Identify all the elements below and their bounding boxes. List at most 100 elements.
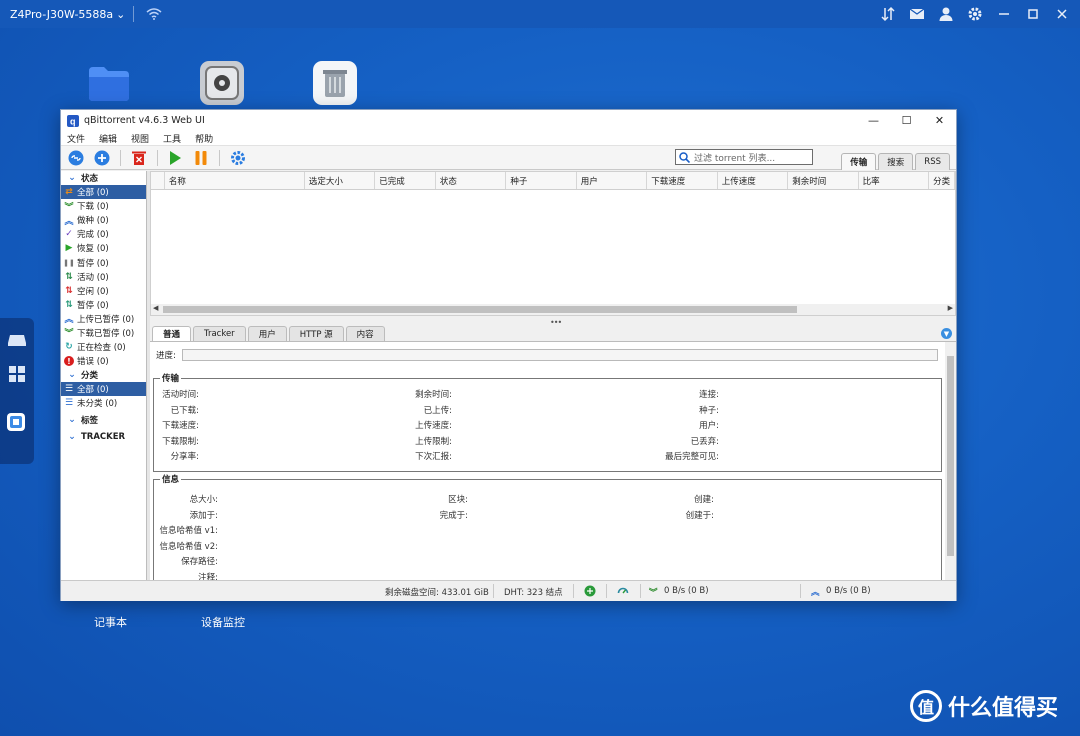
tab-transfers[interactable]: 传输 [841,153,877,170]
add-torrent-button[interactable] [94,150,110,166]
menu-help[interactable]: 帮助 [195,132,213,145]
user-icon[interactable] [938,6,954,22]
column-header[interactable]: 用户 [577,172,648,189]
column-header[interactable]: 分类 [929,172,955,189]
sort-icon[interactable] [880,6,896,22]
panel-resize-handle[interactable]: ••• [550,318,562,327]
tab-general[interactable]: 普通 [152,326,192,341]
scroll-right-icon[interactable]: ▶ [948,304,953,312]
tracker-section-header[interactable]: ⌄ TRACKER [61,430,146,444]
menu-view[interactable]: 视图 [131,132,149,145]
transfer-icon: ⇅ [65,285,73,296]
menu-tools[interactable]: 工具 [163,132,181,145]
column-header[interactable]: 上传速度 [718,172,789,189]
column-header[interactable]: 已完成 [375,172,436,189]
properties-tabs: 普通 Tracker 用户 HTTP 源 内容 [152,326,385,341]
speed-limit-icon[interactable] [617,585,629,597]
device-monitor-label[interactable]: 设备监控 [201,614,245,630]
minimize-icon[interactable] [996,6,1012,22]
status-filter-item[interactable]: ⇅ 空闲 (0) [61,284,146,298]
file-manager-desktop-icon[interactable] [87,61,131,105]
tab-rss[interactable]: RSS [915,153,950,170]
divider [493,584,494,598]
pause-button[interactable] [193,150,209,166]
status-filter-item[interactable]: ︽ 做种 (0) [61,213,146,227]
window-close-button[interactable]: ✕ [923,110,956,131]
status-filter-item[interactable]: ︽ 上传已暂停 (0) [61,312,146,326]
collapse-panel-button[interactable]: ▼ [941,328,952,339]
menu-edit[interactable]: 编辑 [99,132,117,145]
horizontal-scrollbar[interactable]: ◀ ▶ [151,304,955,315]
status-filter-item[interactable]: ✓ 完成 (0) [61,227,146,241]
disk-tool-desktop-icon[interactable] [200,61,244,105]
toolbar-divider [120,150,121,166]
status-section-header[interactable]: ⌄ 状态 [61,171,146,185]
tab-content[interactable]: 内容 [345,326,385,341]
upload-icon: ︽ [64,315,74,326]
status-filter-item[interactable]: ︾ 下载 (0) [61,199,146,213]
notepad-label[interactable]: 记事本 [94,614,127,630]
scrollbar-thumb[interactable] [947,356,954,556]
tab-trackers[interactable]: Tracker [193,326,246,341]
resume-button[interactable] [167,150,183,166]
close-icon[interactable] [1054,6,1070,22]
tracker-header-label: TRACKER [81,432,126,443]
property-label: 保存路径: [181,557,218,568]
tab-peers[interactable]: 用户 [247,326,287,341]
status-filter-item[interactable]: ▶ 恢复 (0) [61,241,146,255]
property-label: 上传速度: [415,421,452,431]
column-header[interactable]: 比率 [859,172,930,189]
search-icon [679,151,690,163]
tab-http-sources[interactable]: HTTP 源 [288,326,344,341]
column-header[interactable]: 名称 [165,172,305,189]
recycle-bin-desktop-icon[interactable] [313,61,357,105]
list-icon: ☰ [64,384,74,395]
status-filter-item[interactable]: ⇅ 活动 (0) [61,270,146,284]
column-header[interactable]: 种子 [506,172,577,189]
status-filter-item[interactable]: ⇄ 全部 (0) [61,185,146,200]
device-selector[interactable]: Z4Pro-J30W-5588a ⌄ [0,8,125,21]
status-filter-item[interactable]: ⇅ 暂停 (0) [61,298,146,312]
menu-file[interactable]: 文件 [67,132,85,145]
connection-status-icon[interactable] [584,585,596,597]
status-filter-item[interactable]: ︾ 下载已暂停 (0) [61,326,146,340]
window-maximize-button[interactable]: ☐ [890,110,923,131]
tab-search[interactable]: 搜索 [878,153,914,170]
tags-header-label: 标签 [81,416,99,427]
add-link-button[interactable] [68,150,84,166]
column-header[interactable]: 下载速度 [647,172,718,189]
download-speed: 0 B/s (0 B) [664,586,709,596]
svg-text:q: q [70,116,76,126]
error-icon: ! [64,356,74,367]
maximize-icon[interactable] [1025,6,1041,22]
scrollbar-thumb[interactable] [163,306,797,313]
status-filter-label: 暂停 (0) [77,300,109,311]
status-filter-item[interactable]: ↻ 正在检查 (0) [61,340,146,354]
mail-icon[interactable] [909,6,925,22]
gear-icon[interactable] [967,6,983,22]
delete-button[interactable] [131,150,147,166]
status-filter-label: 下载已暂停 (0) [77,328,135,339]
status-filter-label: 完成 (0) [77,230,109,241]
qbittorrent-dock-icon[interactable] [6,412,26,432]
status-filter-item[interactable]: ❚❚ 暂停 (0) [61,255,146,269]
column-header[interactable]: 状态 [436,172,507,189]
transfer-group: 传输 活动时间: 已下载: 下载速度: 下载限制: 分享率: 剩余时间: 已上传: 上传速度:… [153,372,942,472]
scroll-left-icon[interactable]: ◀ [153,304,158,312]
status-filter-label: 做种 (0) [77,216,109,227]
drive-icon[interactable] [7,330,27,350]
settings-button[interactable] [230,150,246,166]
column-header[interactable]: 选定大小 [305,172,376,189]
tags-section-header[interactable]: ⌄ 标签 [61,413,146,427]
progress-bar [181,349,938,361]
property-label: 已下载: [170,405,199,416]
category-item-uncategorized[interactable]: ☰ 未分类 (0) [61,396,146,410]
category-item-all[interactable]: ☰ 全部 (0) [61,382,146,397]
vertical-scrollbar[interactable] [945,342,956,580]
torrent-filter-search[interactable]: 过滤 torrent 列表... [675,149,813,165]
window-minimize-button[interactable]: — [857,110,890,131]
category-section-header[interactable]: ⌄ 分类 [61,368,146,382]
apps-grid-icon[interactable] [7,364,27,384]
column-header[interactable]: 剩余时间 [788,172,859,189]
status-filter-item[interactable]: ! 错误 (0) [61,354,146,368]
